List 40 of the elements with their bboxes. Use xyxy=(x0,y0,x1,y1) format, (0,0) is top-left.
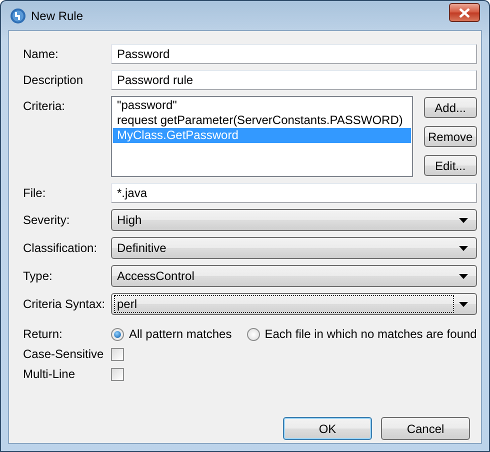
criteria-button[interactable]: Edit... xyxy=(424,155,477,176)
list-item[interactable]: request getParameter(ServerConstants.PASSWORD) xyxy=(113,113,411,128)
dropdown[interactable]: perl xyxy=(111,293,477,315)
checkbox[interactable] xyxy=(111,348,124,360)
dropdown-arrow-icon xyxy=(458,218,468,222)
radio-label[interactable]: All pattern matches xyxy=(129,327,232,341)
app-icon xyxy=(10,8,26,24)
dropdown-arrow-icon xyxy=(458,302,468,306)
field-label: Description xyxy=(23,73,84,87)
radio-label[interactable]: Each file in which no matches are found xyxy=(264,327,477,341)
field-label: Multi-Line xyxy=(23,367,76,381)
dropdown-arrow-icon xyxy=(458,246,468,250)
text-field[interactable]: *.java xyxy=(111,183,477,203)
text-field[interactable]: Password xyxy=(111,44,477,64)
radio-button[interactable] xyxy=(111,328,124,340)
dropdown[interactable]: High xyxy=(111,209,477,231)
checkbox[interactable] xyxy=(111,368,124,380)
ok-button[interactable]: OK xyxy=(283,417,372,440)
criteria-button[interactable]: Add... xyxy=(424,97,477,118)
criteria-button[interactable]: Remove xyxy=(424,126,477,147)
field-label: Criteria: xyxy=(23,99,66,113)
text-field[interactable]: Password rule xyxy=(111,70,477,90)
dropdown[interactable]: AccessControl xyxy=(111,265,477,287)
window-title: New Rule xyxy=(31,8,84,22)
field-label: Return: xyxy=(23,327,64,341)
cancel-button[interactable]: Cancel xyxy=(381,417,470,440)
close-button[interactable] xyxy=(449,3,480,22)
field-label: File: xyxy=(23,186,47,200)
field-label: Severity: xyxy=(23,213,71,227)
field-label: Classification: xyxy=(23,241,98,255)
field-label: Type: xyxy=(23,269,54,283)
criteria-list[interactable]: "password" request getParameter(ServerConstants.PASSWORD) MyClass.GetPassword xyxy=(111,96,413,177)
radio-button[interactable] xyxy=(246,328,260,340)
dropdown-arrow-icon xyxy=(458,274,468,278)
dropdown[interactable]: Definitive xyxy=(111,237,477,259)
list-item[interactable]: "password" xyxy=(113,98,411,113)
field-label: Criteria Syntax: xyxy=(23,297,106,311)
field-label: Name: xyxy=(23,47,60,61)
field-label: Case-Sensitive xyxy=(23,347,105,361)
close-icon xyxy=(459,8,470,18)
